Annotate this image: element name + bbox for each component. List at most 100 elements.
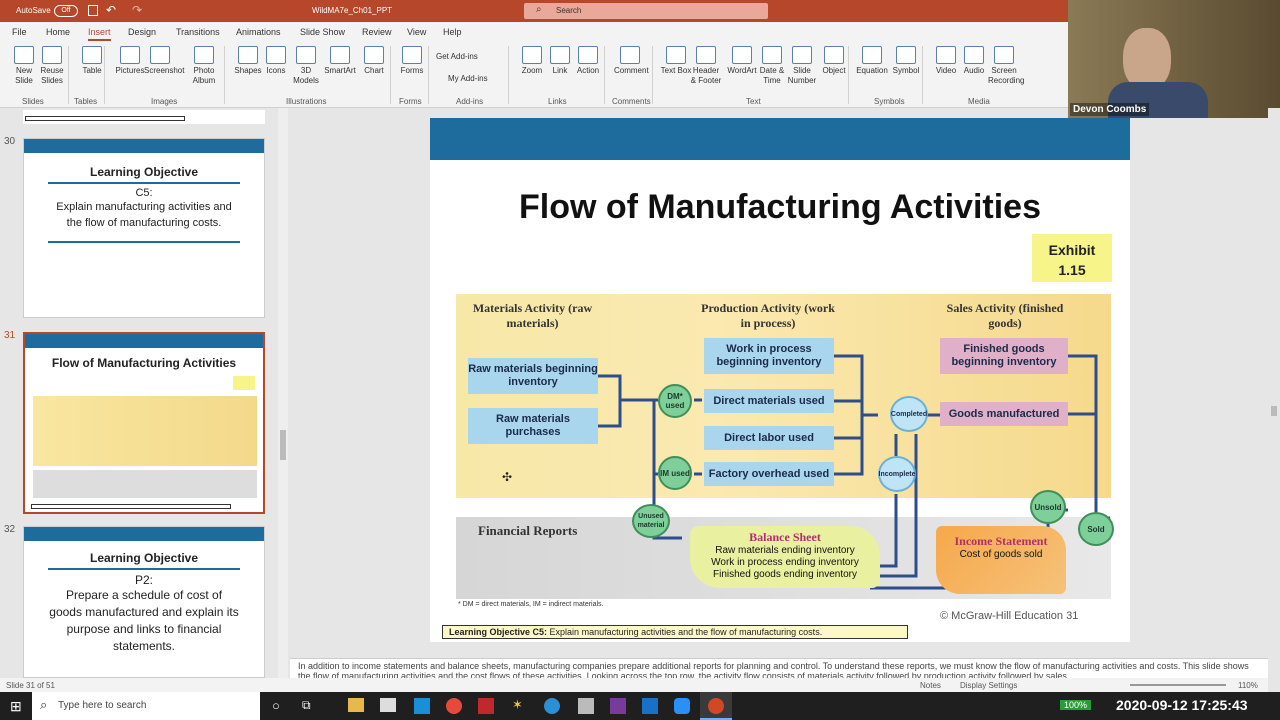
ribbon-button-chart[interactable]: Chart [358,46,390,76]
object-icon [824,46,844,64]
menu-bar: File Home Insert Design Transitions Anim… [0,22,1068,42]
snipping-icon[interactable] [578,698,594,714]
ribbon-button-label: Object [822,66,846,75]
edge-icon[interactable] [544,698,560,714]
taskbar-search[interactable]: ⌕ Type here to search [32,692,260,720]
ribbon-button-pictures[interactable]: Pictures [114,46,146,76]
onenote-icon[interactable] [610,698,626,714]
ribbon-button-date-time[interactable]: Date & Time [756,46,788,86]
undo-icon[interactable]: ↶ [106,3,116,17]
tab-transitions[interactable]: Transitions [176,27,220,37]
ribbon-button-smartart[interactable]: SmartArt [324,46,356,76]
thumbnail-slide-32[interactable]: Learning Objective P2: Prepare a schedul… [23,526,265,678]
thumbnail-slide-31-selected[interactable]: Flow of Manufacturing Activities [23,332,265,514]
title-bar: AutoSave Off ↶ ↷ WildMA7e_Ch01_PPT ⌕ Sea… [0,0,1068,22]
battery-indicator[interactable]: 100% [1060,700,1092,710]
notes-button[interactable]: Notes [920,681,941,690]
search-box[interactable]: ⌕ Search [524,3,768,19]
get-addins-button[interactable]: Get Add-ins [436,52,478,61]
ribbon-button-symbol[interactable]: Symbol [890,46,922,76]
ribbon-button-action[interactable]: Action [572,46,604,76]
main-scrollbar[interactable] [1268,108,1280,678]
learning-objective-banner: Learning Objective C5: Explain manufactu… [442,625,908,639]
ribbon-button-label: Comment [614,66,649,75]
tab-home[interactable]: Home [46,27,70,37]
zoom-slider[interactable] [1130,684,1226,686]
ribbon-button-header-footer[interactable]: Header & Footer [690,46,722,86]
ribbon-button-equation[interactable]: Equation [856,46,888,76]
redo-icon[interactable]: ↷ [132,3,142,17]
outlook-icon[interactable] [642,698,658,714]
app-l-icon[interactable] [414,698,430,714]
ribbon-button-comment[interactable]: Comment [614,46,649,76]
ribbon-button-wordart[interactable]: WordArt [726,46,758,76]
file-explorer-icon[interactable] [348,698,364,712]
sales-activity-header: Sales Activity (finished goods) [946,301,1064,330]
display-settings-button[interactable]: Display Settings [960,681,1017,690]
dm-used-circle: DM* used [658,384,692,418]
ribbon-button-screenshot[interactable]: Screenshot [144,46,184,76]
group-slides: Slides [22,97,44,106]
group-tables: Tables [74,97,98,106]
tab-design[interactable]: Design [128,27,156,37]
thumb-32-code: P2: [134,573,153,587]
income-statement-title: Income Statement [954,534,1048,548]
ribbon-button-text-box[interactable]: Text Box [660,46,692,76]
tab-insert[interactable]: Insert [88,27,111,41]
thumb-31-reports [33,470,257,498]
slide-number-32: 32 [4,524,16,535]
ribbon-button-forms[interactable]: Forms [396,46,428,76]
app-red-icon[interactable] [478,698,494,714]
ribbon-button-audio[interactable]: Audio [958,46,990,76]
smartart-icon [330,46,350,64]
ribbon-button-photo-album[interactable]: Photo Album [188,46,220,86]
thumb-31-title: Flow of Manufacturing Activities [51,356,237,370]
tab-file[interactable]: File [12,27,27,37]
tab-animations[interactable]: Animations [236,27,281,37]
cortana-icon[interactable]: ○ [272,698,280,713]
slide-thumbnail-pane[interactable]: 30 Learning Objective C5: Explain manufa… [0,108,290,678]
ribbon-button-slide-number[interactable]: Slide Number [786,46,818,86]
save-icon[interactable] [88,5,98,16]
mouse-cursor-icon: ✣ [502,470,513,484]
task-view-icon[interactable]: ⧉ [302,698,311,713]
autosave-toggle[interactable]: Off [54,5,78,17]
zoom-app-icon[interactable] [674,698,690,714]
status-bar: Slide 31 of 51 Notes Display Settings 11… [0,678,1268,692]
clock-timestamp: 2020-09-12 17:25:43 [1116,697,1248,713]
rm-beginning-inventory-box: Raw materials beginning inventory [468,358,598,394]
financial-reports-label: Financial Reports [478,523,578,538]
ribbon-button-reuse-slides[interactable]: Reuse Slides [36,46,68,86]
powerpoint-taskbar-button[interactable] [700,692,732,720]
my-addins-button[interactable]: My Add-ins [448,74,488,83]
group-addins: Add-ins [456,97,484,106]
search-placeholder: Search [556,6,582,15]
windows-start-icon[interactable]: ⊞ [10,698,22,715]
ribbon-button-screen-recording[interactable]: Screen Recording [988,46,1024,86]
tab-help[interactable]: Help [443,27,462,37]
balance-sheet-scroll: Balance Sheet Raw materials ending inven… [690,526,880,588]
ribbon-button-icons[interactable]: Icons [260,46,292,76]
thumbnail-29-partial[interactable] [23,110,265,124]
tab-review[interactable]: Review [362,27,392,37]
thumbnail-scrollbar[interactable] [278,108,288,678]
store-icon[interactable] [380,698,396,712]
chrome-icon[interactable] [446,698,462,714]
ribbon-button-3d-models[interactable]: 3D Models [290,46,322,86]
app-star-icon[interactable]: ✶ [512,697,523,713]
tab-slide-show[interactable]: Slide Show [300,27,345,37]
3d-models-icon [296,46,316,64]
tab-view[interactable]: View [407,27,426,37]
ribbon-button-object[interactable]: Object [818,46,850,76]
comment-icon [620,46,640,64]
thumbnail-slide-30[interactable]: Learning Objective C5: Explain manufactu… [23,138,265,318]
rm-purchases-box: Raw materials purchases [468,408,598,444]
slide-number-30: 30 [4,136,16,147]
thumb-32-title: Learning Objective [89,551,199,565]
document-title[interactable]: WildMA7e_Ch01_PPT [312,6,392,15]
speaker-notes[interactable]: In addition to income statements and bal… [290,658,1268,678]
zoom-level[interactable]: 110% [1238,681,1258,690]
ribbon-button-label: SmartArt [324,66,356,75]
slide-canvas[interactable]: Flow of Manufacturing Activities Exhibit… [430,118,1130,642]
thumb-30-code: C5: [135,187,153,199]
